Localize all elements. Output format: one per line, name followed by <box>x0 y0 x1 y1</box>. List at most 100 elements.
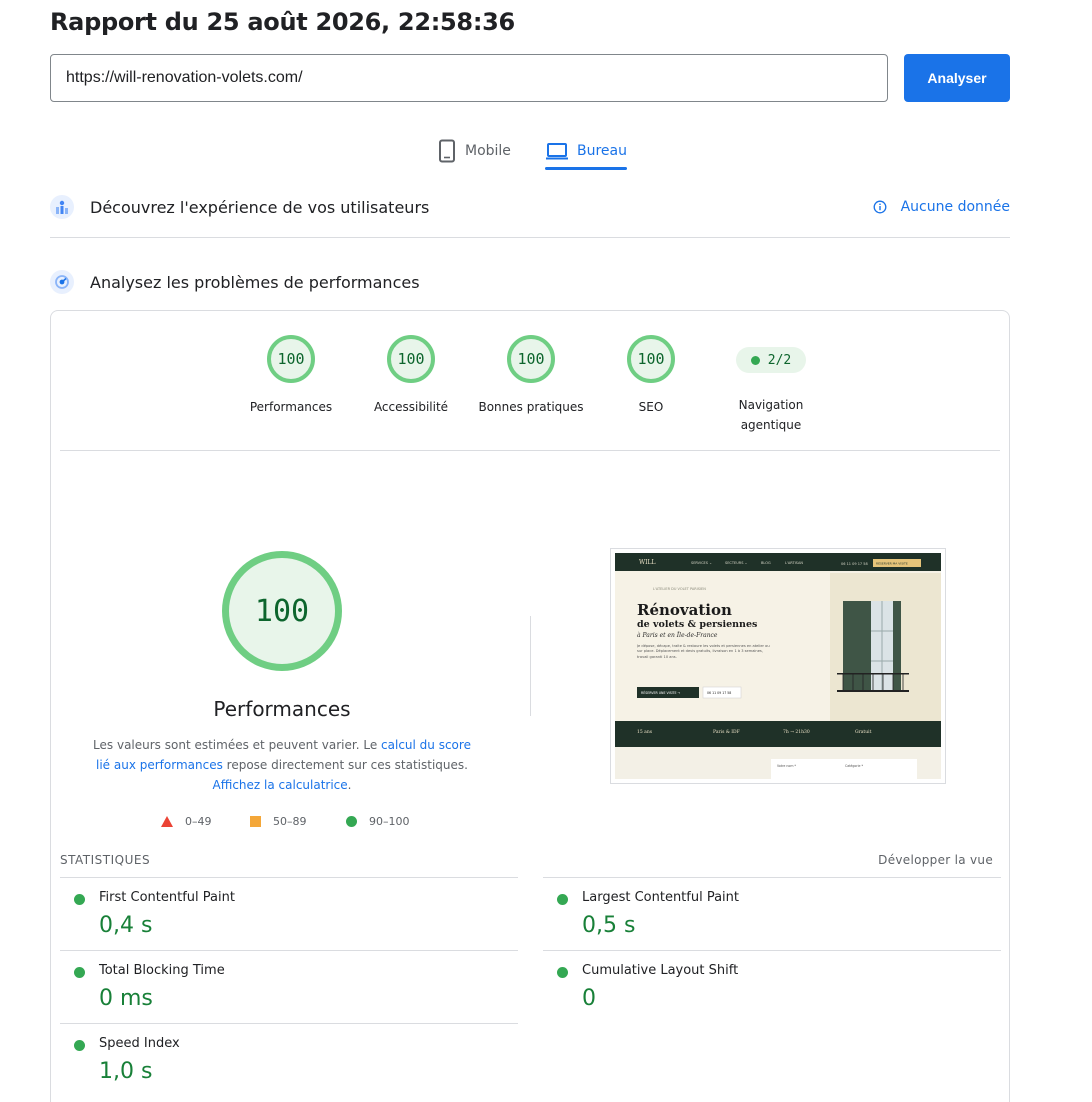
pass-dot-icon <box>557 894 568 905</box>
user-experience-section: Découvrez l'expérience de vos utilisateu… <box>50 195 1010 219</box>
pass-dot-icon <box>74 894 85 905</box>
triangle-icon <box>161 816 173 827</box>
url-input[interactable] <box>50 54 888 102</box>
pass-dot-icon <box>557 967 568 978</box>
tab-desktop[interactable]: Bureau <box>545 132 627 170</box>
score-label: Accessibilité <box>373 400 449 414</box>
score-performance[interactable]: 100 Performances <box>231 335 351 417</box>
report-title: Rapport du 25 août 2026, 22:58:36 <box>50 8 515 36</box>
preview-button-primary: RÉSERVER UNE VISITE → <box>641 690 681 695</box>
preview-stat: Paris & IDF <box>713 729 740 735</box>
legend-label: 50–89 <box>273 815 307 828</box>
user-experience-title: Découvrez l'expérience de vos utilisateu… <box>90 197 430 217</box>
score-gauge: 100 <box>507 335 555 383</box>
score-seo[interactable]: 100 SEO <box>591 335 711 417</box>
score-label: Performances <box>249 400 333 414</box>
pass-dot-icon <box>74 1040 85 1051</box>
no-data-link[interactable]: Aucune donnée <box>873 199 1010 215</box>
preview-location: à Paris et en Île-de-France <box>637 631 718 639</box>
statistics-heading: STATISTIQUES <box>60 853 151 867</box>
pass-dot-icon <box>74 967 85 978</box>
main-performance-gauge: 100 <box>222 551 342 671</box>
preview-phone: 06 11 09 17 58 <box>841 562 868 566</box>
calculator-link[interactable]: Affichez la calculatrice <box>213 778 348 792</box>
performance-section-title: Analysez les problèmes de performances <box>90 272 420 292</box>
preview-stat: Gratuit <box>855 729 872 735</box>
square-icon <box>250 816 261 827</box>
preview-headline: Rénovation <box>637 601 732 619</box>
laptop-icon <box>546 143 568 160</box>
score-label: Bonnes pratiques <box>478 400 584 414</box>
preview-nav-item: L'ARTISAN <box>785 561 803 565</box>
metric-value: 0 ms <box>99 986 153 1011</box>
performance-section: Analysez les problèmes de performances <box>50 270 1010 294</box>
circle-icon <box>346 816 357 827</box>
preview-form-field: Catégorie * <box>845 764 864 768</box>
score-best-practices[interactable]: 100 Bonnes pratiques <box>471 335 591 417</box>
no-data-label: Aucune donnée <box>900 199 1010 215</box>
preview-nav-item: SERVICES ⌄ <box>691 561 712 565</box>
score-gauge: 100 <box>387 335 435 383</box>
metric-tbt: Total Blocking Time 0 ms <box>60 950 518 1023</box>
tab-mobile-label: Mobile <box>465 143 511 159</box>
metric-value: 0,4 s <box>99 913 153 938</box>
legend-pass: 90–100 <box>346 815 410 828</box>
metric-speed-index: Speed Index 1,0 s <box>60 1023 518 1096</box>
metric-value: 0 <box>582 986 596 1011</box>
preview-form-field: Votre nom * <box>777 764 796 768</box>
card-divider <box>60 450 1000 451</box>
report-card: 100 Performances 100 Accessibilité 100 B… <box>50 310 1010 1102</box>
metric-value: 0,5 s <box>582 913 636 938</box>
preview-subheadline: de volets & persiennes <box>637 619 757 630</box>
preview-logo: WILL <box>639 559 656 566</box>
score-label: SEO <box>638 400 664 414</box>
score-gauge: 100 <box>627 335 675 383</box>
legend-fail: 0–49 <box>161 815 212 828</box>
active-tab-indicator <box>545 167 627 170</box>
expand-view-toggle[interactable]: Développer la vue <box>878 853 993 867</box>
page-screenshot: WILL SERVICES ⌄ SECTEURS ⌄ BLOG L'ARTISA… <box>610 548 946 784</box>
vertical-separator <box>530 616 531 716</box>
legend-average: 50–89 <box>250 815 307 828</box>
metric-label: Cumulative Layout Shift <box>582 963 739 978</box>
score-accessibility[interactable]: 100 Accessibilité <box>351 335 471 417</box>
score-gauge: 100 <box>267 335 315 383</box>
metric-label: First Contentful Paint <box>99 890 235 905</box>
preview-stat: 15 ans <box>637 729 653 735</box>
tab-mobile[interactable]: Mobile <box>437 132 511 170</box>
metric-fcp: First Contentful Paint 0,4 s <box>60 877 518 950</box>
metric-label: Largest Contentful Paint <box>582 890 740 905</box>
preview-button-secondary: 06 11 09 17 58 <box>707 691 731 695</box>
metric-cls: Cumulative Layout Shift 0 <box>543 950 1001 1023</box>
score-label: Navigation agentique <box>738 398 804 432</box>
agentic-score-pill: 2/2 <box>736 347 806 373</box>
desc-text: Les valeurs sont estimées et peuvent var… <box>93 738 382 752</box>
legend-label: 0–49 <box>185 815 212 828</box>
preview-stat: 7h → 21h30 <box>783 729 810 735</box>
pass-dot-icon <box>750 355 760 365</box>
preview-nav-item: SECTEURS ⌄ <box>725 561 748 565</box>
preview-cta: RÉSERVER MA VISITE <box>876 561 908 566</box>
legend-label: 90–100 <box>369 815 410 828</box>
speed-gauge-icon <box>50 270 74 294</box>
metric-label: Total Blocking Time <box>99 963 225 978</box>
preview-eyebrow: L'ATELIER DU VOLET PARISIEN <box>653 587 706 591</box>
main-performance-title: Performances <box>213 697 351 721</box>
page: Rapport du 25 août 2026, 22:58:36 Analys… <box>0 0 1092 1102</box>
preview-nav-item: BLOG <box>761 561 771 565</box>
section-divider <box>50 237 1010 238</box>
preview-paragraph: Je dépose, décape, traite & restaure les… <box>637 644 770 659</box>
score-agentic-navigation[interactable]: 2/2 Navigation agentique <box>711 335 831 435</box>
analyze-button[interactable]: Analyser <box>904 54 1010 102</box>
screenshot-preview-image: WILL SERVICES ⌄ SECTEURS ⌄ BLOG L'ARTISA… <box>615 553 941 779</box>
metric-lcp: Largest Contentful Paint 0,5 s <box>543 877 1001 950</box>
info-icon <box>873 200 887 214</box>
performance-description: Les valeurs sont estimées et peuvent var… <box>92 735 472 795</box>
metric-value: 1,0 s <box>99 1059 153 1084</box>
tab-desktop-label: Bureau <box>577 143 627 159</box>
agentic-score-value: 2/2 <box>767 352 792 368</box>
desc-text: . <box>347 778 352 792</box>
metric-label: Speed Index <box>99 1036 180 1051</box>
users-icon <box>50 195 74 219</box>
desc-text: repose directement sur ces statistiques. <box>222 758 468 772</box>
